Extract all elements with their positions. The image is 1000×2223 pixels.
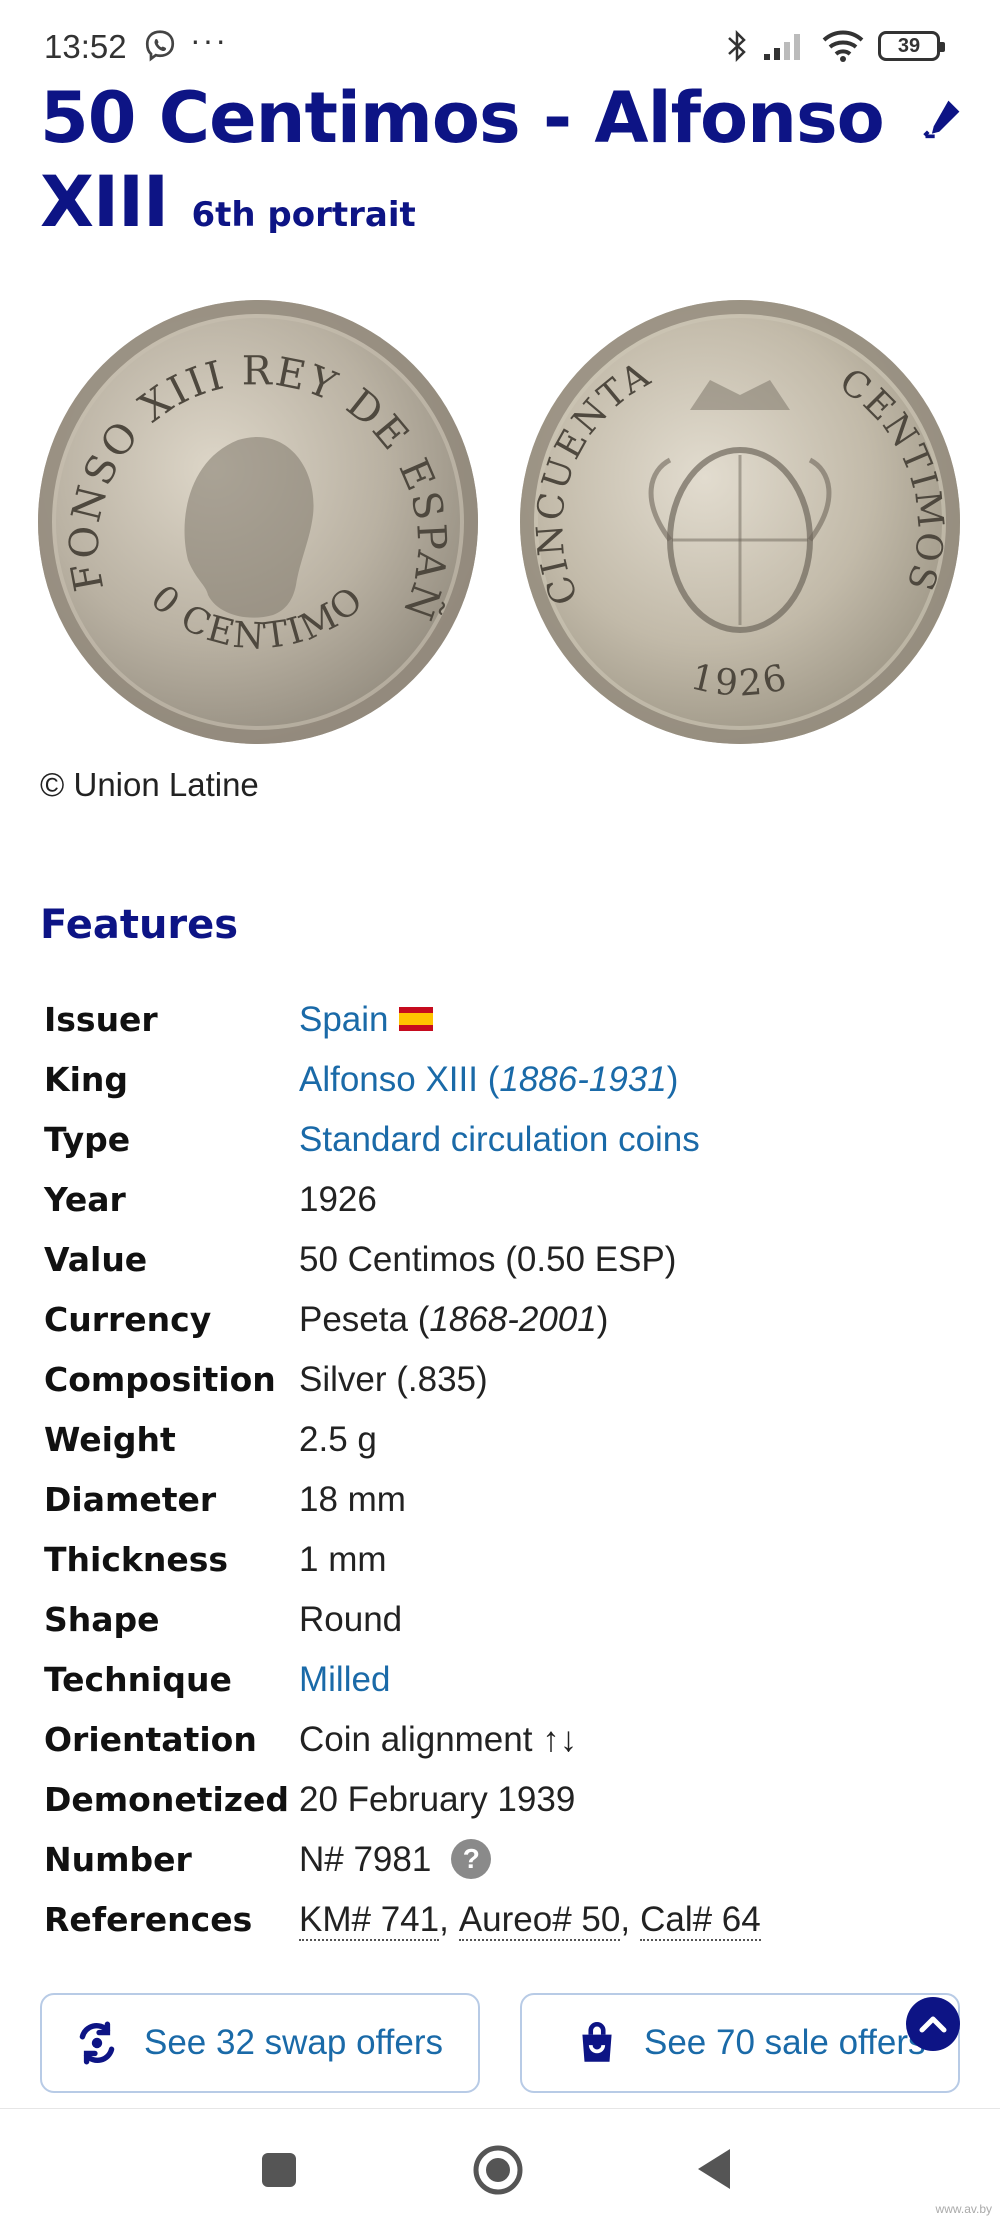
feature-value: 20 February 1939 bbox=[299, 1780, 576, 1819]
features-table: Issuer Spain King Alfonso XIII (1886-193… bbox=[44, 990, 944, 1950]
feature-label: Shape bbox=[44, 1600, 160, 1639]
feature-label: Technique bbox=[44, 1660, 232, 1699]
image-copyright: © Union Latine bbox=[40, 766, 259, 803]
svg-text:CINCUENTA: CINCUENTA bbox=[529, 354, 658, 611]
spain-flag-icon bbox=[398, 1006, 433, 1031]
reference-aureo[interactable]: Aureo# 50 bbox=[458, 1900, 621, 1941]
sale-offers-button[interactable]: See 70 sale offers bbox=[520, 1993, 960, 2093]
feature-row-king: King Alfonso XIII (1886-1931) bbox=[44, 1050, 944, 1110]
feature-label: Demonetized bbox=[44, 1780, 290, 1819]
feature-value: 50 Centimos (0.50 ESP) bbox=[299, 1240, 677, 1279]
feature-row-shape: Shape Round bbox=[44, 1590, 944, 1650]
signal-icon bbox=[764, 34, 800, 60]
feature-row-value: Value 50 Centimos (0.50 ESP) bbox=[44, 1230, 944, 1290]
watermark: www.av.by bbox=[935, 2202, 992, 2216]
feature-row-technique: Technique Milled bbox=[44, 1650, 944, 1710]
feature-row-type: Type Standard circulation coins bbox=[44, 1110, 944, 1170]
feature-label: Weight bbox=[44, 1420, 176, 1459]
feature-value: Silver (.835) bbox=[299, 1360, 488, 1399]
feature-value: N# 7981? bbox=[299, 1830, 492, 1890]
reference-km[interactable]: KM# 741 bbox=[299, 1900, 440, 1941]
feature-label: Thickness bbox=[44, 1540, 228, 1579]
coin-obverse-image[interactable]: ALFONSO XIII REY DE ESPAÑA 50 CENTIMOS bbox=[38, 300, 478, 744]
status-bar: 13:52 ··· 39 bbox=[0, 0, 1000, 80]
shopping-bag-icon bbox=[582, 2021, 612, 2062]
reverse-legend-left: CINCUENTA bbox=[529, 354, 656, 611]
issuer-link[interactable]: Spain bbox=[299, 990, 433, 1050]
more-dots: ··· bbox=[190, 22, 228, 58]
feature-value: 2.5 g bbox=[299, 1420, 377, 1459]
back-button[interactable] bbox=[694, 2147, 734, 2191]
coin-reverse-image[interactable]: CINCUENTA CENTIMOS 1926 bbox=[520, 300, 960, 744]
status-icons: 39 bbox=[726, 26, 945, 66]
feature-label: King bbox=[44, 1060, 128, 1099]
wifi-icon bbox=[822, 30, 864, 62]
title-main: 50 Centimos - Alfonso XIII bbox=[40, 77, 885, 243]
reverse-year: 1926 bbox=[687, 657, 790, 705]
feature-value: Peseta (1868-2001) bbox=[299, 1300, 609, 1339]
swap-offers-label: See 32 swap offers bbox=[144, 2023, 443, 2062]
viber-icon bbox=[145, 30, 175, 62]
feature-label: References bbox=[44, 1900, 253, 1939]
page-title: 50 Centimos - Alfonso XIII 6th portrait bbox=[40, 76, 900, 257]
bluetooth-icon bbox=[728, 29, 746, 63]
feature-row-currency: Currency Peseta (1868-2001) bbox=[44, 1290, 944, 1350]
feature-label: Composition bbox=[44, 1360, 276, 1399]
recent-apps-button[interactable] bbox=[262, 2153, 296, 2187]
feature-value: Round bbox=[299, 1600, 403, 1639]
feature-value: 18 mm bbox=[299, 1480, 406, 1519]
home-button[interactable] bbox=[472, 2144, 524, 2196]
feature-label: Diameter bbox=[44, 1480, 217, 1519]
feature-value: 1926 bbox=[299, 1180, 377, 1219]
svg-text:CENTIMOS: CENTIMOS bbox=[832, 361, 951, 597]
swap-offers-button[interactable]: See 32 swap offers bbox=[40, 1993, 480, 2093]
feature-row-composition: Composition Silver (.835) bbox=[44, 1350, 944, 1410]
feature-label: Issuer bbox=[44, 1000, 158, 1039]
feature-row-weight: Weight 2.5 g bbox=[44, 1410, 944, 1470]
feature-row-issuer: Issuer Spain bbox=[44, 990, 944, 1050]
sale-offers-label: See 70 sale offers bbox=[644, 2023, 926, 2062]
feature-value: KM# 741, Aureo# 50, Cal# 64 bbox=[299, 1900, 761, 1941]
feature-row-year: Year 1926 bbox=[44, 1170, 944, 1230]
swap-icon bbox=[79, 2021, 115, 2065]
help-icon[interactable]: ? bbox=[451, 1838, 492, 1879]
technique-link[interactable]: Milled bbox=[299, 1650, 390, 1710]
system-nav-bar bbox=[0, 2108, 1000, 2223]
battery-level: 39 bbox=[897, 34, 921, 57]
feature-value: Coin alignment ↑↓ bbox=[299, 1720, 578, 1759]
feature-label: Orientation bbox=[44, 1720, 257, 1759]
title-subtitle: 6th portrait bbox=[191, 195, 416, 235]
feature-row-thickness: Thickness 1 mm bbox=[44, 1530, 944, 1590]
status-time: 13:52 bbox=[44, 28, 127, 65]
scroll-to-top-button[interactable] bbox=[906, 1997, 960, 2051]
type-link[interactable]: Standard circulation coins bbox=[299, 1110, 700, 1170]
feature-label: Value bbox=[44, 1240, 148, 1279]
feature-label: Type bbox=[44, 1120, 131, 1159]
feature-label: Currency bbox=[44, 1300, 212, 1339]
feature-value: 1 mm bbox=[299, 1540, 387, 1579]
feature-row-orientation: Orientation Coin alignment ↑↓ bbox=[44, 1710, 944, 1770]
feature-row-number: Number N# 7981? bbox=[44, 1830, 944, 1890]
king-link[interactable]: Alfonso XIII (1886-1931) bbox=[299, 1050, 678, 1110]
feature-row-references: References KM# 741, Aureo# 50, Cal# 64 bbox=[44, 1890, 944, 1950]
battery-icon: 39 bbox=[878, 31, 945, 61]
reverse-legend-right: CENTIMOS bbox=[832, 361, 949, 597]
chevron-up-icon bbox=[919, 2016, 947, 2033]
features-heading: Features bbox=[40, 902, 239, 948]
reference-cal[interactable]: Cal# 64 bbox=[640, 1900, 761, 1941]
feature-label: Number bbox=[44, 1840, 192, 1879]
feature-label: Year bbox=[44, 1180, 126, 1219]
svg-text:1926: 1926 bbox=[687, 657, 793, 705]
feature-row-demonetized: Demonetized 20 February 1939 bbox=[44, 1770, 944, 1830]
feature-row-diameter: Diameter 18 mm bbox=[44, 1470, 944, 1530]
edit-pen-icon[interactable] bbox=[920, 96, 964, 140]
